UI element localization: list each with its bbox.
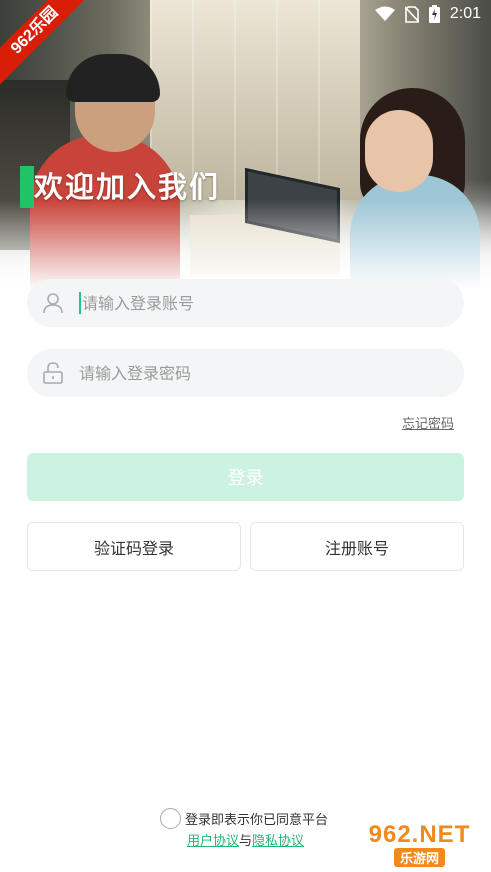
register-button[interactable]: 注册账号	[250, 522, 464, 571]
battery-charging-icon	[428, 5, 440, 23]
text-cursor	[79, 292, 81, 314]
cashier-face	[365, 110, 433, 192]
agreement-text: 登录即表示你已同意平台	[185, 813, 329, 828]
user-icon	[27, 292, 79, 314]
page-title: 欢迎加入我们	[20, 166, 231, 208]
corner-ribbon: 962乐园	[0, 0, 90, 90]
lock-icon	[27, 362, 79, 384]
account-input[interactable]	[82, 293, 464, 313]
no-sim-icon	[404, 5, 419, 23]
watermark-brand: 962.NET	[368, 821, 471, 848]
site-watermark: 962.NET 乐游网	[352, 823, 487, 867]
ribbon-label: 962乐园	[0, 0, 90, 87]
user-agreement-link[interactable]: 用户协议	[187, 834, 239, 849]
watermark-site: 乐游网	[393, 848, 445, 867]
sms-login-button[interactable]: 验证码登录	[27, 522, 241, 571]
login-button[interactable]: 登录	[27, 453, 464, 501]
status-time: 2:01	[449, 5, 481, 22]
agreement-links: 用户协议与隐私协议	[187, 830, 304, 849]
agree-radio[interactable]	[160, 808, 181, 829]
agreement-connector: 与	[239, 834, 253, 849]
password-input[interactable]	[79, 363, 464, 383]
password-field[interactable]	[27, 349, 464, 397]
wifi-icon	[374, 6, 395, 21]
privacy-policy-link[interactable]: 隐私协议	[252, 834, 304, 849]
hero-fade	[0, 200, 491, 290]
account-field[interactable]	[27, 279, 464, 327]
status-bar: 2:01	[374, 4, 481, 24]
forgot-password-link[interactable]: 忘记密码	[402, 413, 454, 432]
